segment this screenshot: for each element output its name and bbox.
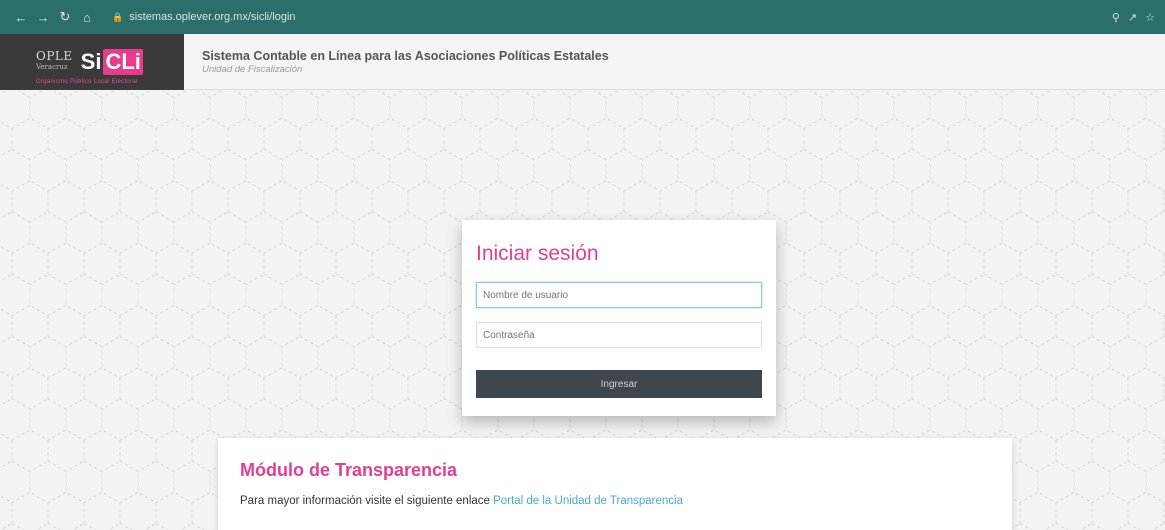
- transparency-card: Módulo de Transparencia Para mayor infor…: [218, 438, 1012, 530]
- transparency-title: Módulo de Transparencia: [240, 460, 458, 480]
- transparency-text: Para mayor información visite el siguien…: [240, 495, 684, 507]
- address-bar[interactable]: 🔒 sistemas.oplever.org.mx/sicli/login: [106, 6, 1112, 28]
- home-icon[interactable]: ⌂: [76, 10, 98, 25]
- browser-toolbar: ← → ↻ ⌂ 🔒 sistemas.oplever.org.mx/sicli/…: [0, 0, 1165, 34]
- system-title: Sistema Contable en Línea para las Asoci…: [202, 48, 609, 63]
- logo-tagline: Organismo Público Local Electoral: [36, 78, 138, 85]
- header-text: Sistema Contable en Línea para las Asoci…: [202, 49, 609, 75]
- zoom-icon[interactable]: ⚲: [1112, 11, 1120, 24]
- url-text: sistemas.oplever.org.mx/sicli/login: [129, 11, 296, 23]
- back-arrow-icon[interactable]: ←: [10, 10, 32, 25]
- username-input[interactable]: [476, 282, 762, 308]
- browser-actions: ⚲ ↗ ☆: [1112, 11, 1155, 24]
- forward-arrow-icon[interactable]: →: [32, 10, 54, 25]
- login-title: Iniciar sesión: [476, 242, 599, 265]
- transparency-portal-link[interactable]: Portal de la Unidad de Transparencia: [493, 495, 683, 507]
- password-input[interactable]: [476, 322, 762, 348]
- ople-logo: OPLE Veracruz: [36, 48, 73, 71]
- share-icon[interactable]: ↗: [1128, 11, 1137, 24]
- system-subtitle: Unidad de Fiscalización: [202, 63, 303, 75]
- lock-icon: 🔒: [112, 11, 124, 22]
- login-button[interactable]: Ingresar: [476, 370, 762, 398]
- login-card: Iniciar sesión Ingresar: [462, 220, 776, 416]
- logo-block[interactable]: OPLE Veracruz Si CLi Organismo Público Lo…: [0, 33, 184, 90]
- reload-icon[interactable]: ↻: [54, 9, 76, 25]
- bookmark-star-icon[interactable]: ☆: [1145, 11, 1155, 24]
- app-header: OPLE Veracruz Si CLi Organismo Público Lo…: [0, 33, 1165, 90]
- sicli-logo: Si CLi: [80, 48, 143, 75]
